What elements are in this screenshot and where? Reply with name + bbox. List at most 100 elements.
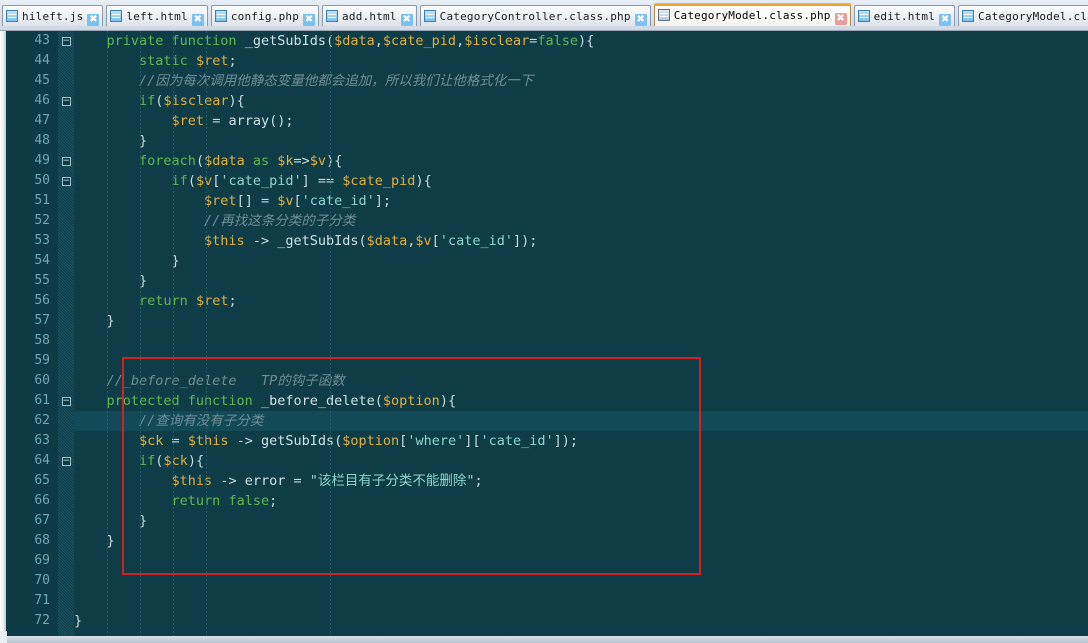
fold-cell[interactable]: − bbox=[58, 31, 74, 51]
code-line[interactable]: } bbox=[74, 251, 1088, 271]
code-token-pun bbox=[188, 293, 196, 309]
code-line[interactable]: //_before_delete TP的钩子函数 bbox=[74, 371, 1088, 391]
fold-cell bbox=[58, 611, 74, 631]
code-lines[interactable]: private function _getSubIds($data,$cate_… bbox=[74, 31, 1088, 631]
fold-collapse-icon[interactable]: − bbox=[61, 177, 71, 186]
editor-tab-bar[interactable]: hileft.js ✖ left.html ✖ config.php ✖ add.html ✖… bbox=[0, 0, 1088, 31]
code-line[interactable] bbox=[74, 351, 1088, 371]
fold-collapse-icon[interactable]: − bbox=[61, 97, 71, 106]
code-line[interactable]: if($ck){ bbox=[74, 451, 1088, 471]
line-number: 68 bbox=[34, 533, 50, 548]
code-text-area[interactable]: private function _getSubIds($data,$cate_… bbox=[74, 31, 1088, 643]
code-line[interactable] bbox=[74, 551, 1088, 571]
fold-cell bbox=[58, 531, 74, 551]
fold-cell[interactable]: − bbox=[58, 451, 74, 471]
code-line[interactable] bbox=[74, 331, 1088, 351]
fold-cell bbox=[58, 111, 74, 131]
code-line[interactable]: } bbox=[74, 511, 1088, 531]
code-token-var: $cate_pid bbox=[342, 173, 416, 189]
code-token-pun bbox=[74, 173, 172, 189]
fold-cell bbox=[58, 231, 74, 251]
code-line[interactable]: foreach($data as $k=>$v){ bbox=[74, 151, 1088, 171]
close-icon[interactable]: ✖ bbox=[939, 14, 952, 26]
fold-cell bbox=[58, 491, 74, 511]
code-line[interactable]: //再找这条分类的子分类 bbox=[74, 211, 1088, 231]
fold-cell[interactable]: − bbox=[58, 91, 74, 111]
code-token-var: $v bbox=[195, 173, 213, 189]
code-line[interactable]: } bbox=[74, 531, 1088, 551]
fold-cell bbox=[58, 431, 74, 451]
code-token-pun: } bbox=[74, 533, 115, 549]
code-line[interactable]: return $ret; bbox=[74, 291, 1088, 311]
code-editor[interactable]: 43 44 45 46 47 48 49 50 51 52 53 54 55 56 57 58 59 60 61 62… bbox=[0, 31, 1088, 643]
line-number: 48 bbox=[34, 133, 50, 148]
close-icon[interactable]: ✖ bbox=[834, 13, 847, 25]
close-icon[interactable]: ✖ bbox=[303, 14, 316, 26]
close-icon[interactable]: ✖ bbox=[634, 14, 647, 26]
code-token-pun: } bbox=[74, 613, 83, 629]
file-icon bbox=[6, 10, 18, 22]
close-icon[interactable]: ✖ bbox=[87, 14, 100, 26]
editor-tab[interactable]: config.php ✖ bbox=[210, 5, 320, 26]
fold-collapse-icon[interactable]: − bbox=[61, 457, 71, 466]
code-token-pun: ] == bbox=[301, 173, 343, 189]
fold-cell[interactable]: − bbox=[58, 151, 74, 171]
code-line[interactable]: if($v['cate_pid'] == $cate_pid){ bbox=[74, 171, 1088, 191]
code-token-var: $ret bbox=[195, 53, 229, 69]
editor-tab[interactable]: add.html ✖ bbox=[322, 5, 417, 26]
editor-tab[interactable]: CategoryController.class.php ✖ bbox=[419, 5, 651, 26]
fold-cell bbox=[58, 551, 74, 571]
close-icon[interactable]: ✖ bbox=[191, 14, 204, 26]
code-line[interactable] bbox=[74, 571, 1088, 591]
code-token-var: $data bbox=[204, 153, 245, 169]
line-number: 46 bbox=[34, 93, 50, 108]
code-line[interactable]: protected function _before_delete($optio… bbox=[74, 391, 1088, 411]
code-line[interactable]: } bbox=[74, 271, 1088, 291]
code-token-str: 'cate_id' bbox=[301, 193, 375, 209]
editor-tab[interactable]: hileft.js ✖ bbox=[2, 5, 104, 26]
close-icon[interactable]: ✖ bbox=[400, 14, 413, 26]
code-line[interactable]: return false; bbox=[74, 491, 1088, 511]
code-line[interactable]: $ret[] = $v['cate_id']; bbox=[74, 191, 1088, 211]
code-line[interactable]: //因为每次调用他静态变量他都会追加，所以我们让他格式化一下 bbox=[74, 71, 1088, 91]
code-token-kw: if bbox=[139, 453, 156, 469]
code-line[interactable]: static $ret; bbox=[74, 51, 1088, 71]
code-token-str: 'cate_pid' bbox=[220, 173, 302, 189]
fold-collapse-icon[interactable]: − bbox=[61, 157, 71, 166]
fold-cell[interactable]: − bbox=[58, 171, 74, 191]
code-line[interactable]: //查询有没有子分类 bbox=[74, 411, 1088, 431]
code-token-pun bbox=[74, 113, 172, 129]
code-line[interactable]: } bbox=[74, 131, 1088, 151]
indent-guide bbox=[330, 31, 331, 643]
line-number: 62 bbox=[34, 413, 50, 428]
code-line[interactable]: } bbox=[74, 611, 1088, 631]
code-line[interactable] bbox=[74, 591, 1088, 611]
fold-cell[interactable]: − bbox=[58, 391, 74, 411]
code-line[interactable]: } bbox=[74, 311, 1088, 331]
fold-collapse-icon[interactable]: − bbox=[61, 37, 71, 46]
code-line[interactable]: $ck = $this -> getSubIds($option['where'… bbox=[74, 431, 1088, 451]
code-token-str: 'cate_id' bbox=[480, 433, 554, 449]
fold-collapse-icon[interactable]: − bbox=[61, 397, 71, 406]
code-line[interactable]: $this -> error = "该栏目有子分类不能删除"; bbox=[74, 471, 1088, 491]
code-line[interactable]: $this -> _getSubIds($data,$v['cate_id'])… bbox=[74, 231, 1088, 251]
code-token-pun: ( bbox=[374, 393, 383, 409]
code-token-pun bbox=[74, 473, 172, 489]
editor-tab[interactable]: edit.html ✖ bbox=[853, 5, 956, 26]
editor-tab-label: edit.html bbox=[873, 10, 936, 23]
editor-tab-active[interactable]: CategoryModel.class.php ✖ bbox=[653, 3, 851, 26]
code-line[interactable]: if($isclear){ bbox=[74, 91, 1088, 111]
line-number: 70 bbox=[34, 573, 50, 588]
fold-cell bbox=[58, 251, 74, 271]
code-token-kw: private function bbox=[106, 33, 237, 49]
code-token-pun bbox=[74, 493, 172, 509]
code-line[interactable]: $ret = array(); bbox=[74, 111, 1088, 131]
editor-tab[interactable]: CategoryModel.class.php✖ bbox=[958, 5, 1088, 26]
code-token-pun: ]); bbox=[553, 433, 579, 449]
code-token-str: 'cate_id' bbox=[439, 233, 513, 249]
code-token-pun bbox=[188, 53, 196, 69]
code-line[interactable]: private function _getSubIds($data,$cate_… bbox=[74, 31, 1088, 51]
code-token-pun: [] = bbox=[236, 193, 278, 209]
editor-tab[interactable]: left.html ✖ bbox=[106, 5, 208, 26]
code-folding-column[interactable]: − − − − − − bbox=[58, 31, 74, 643]
